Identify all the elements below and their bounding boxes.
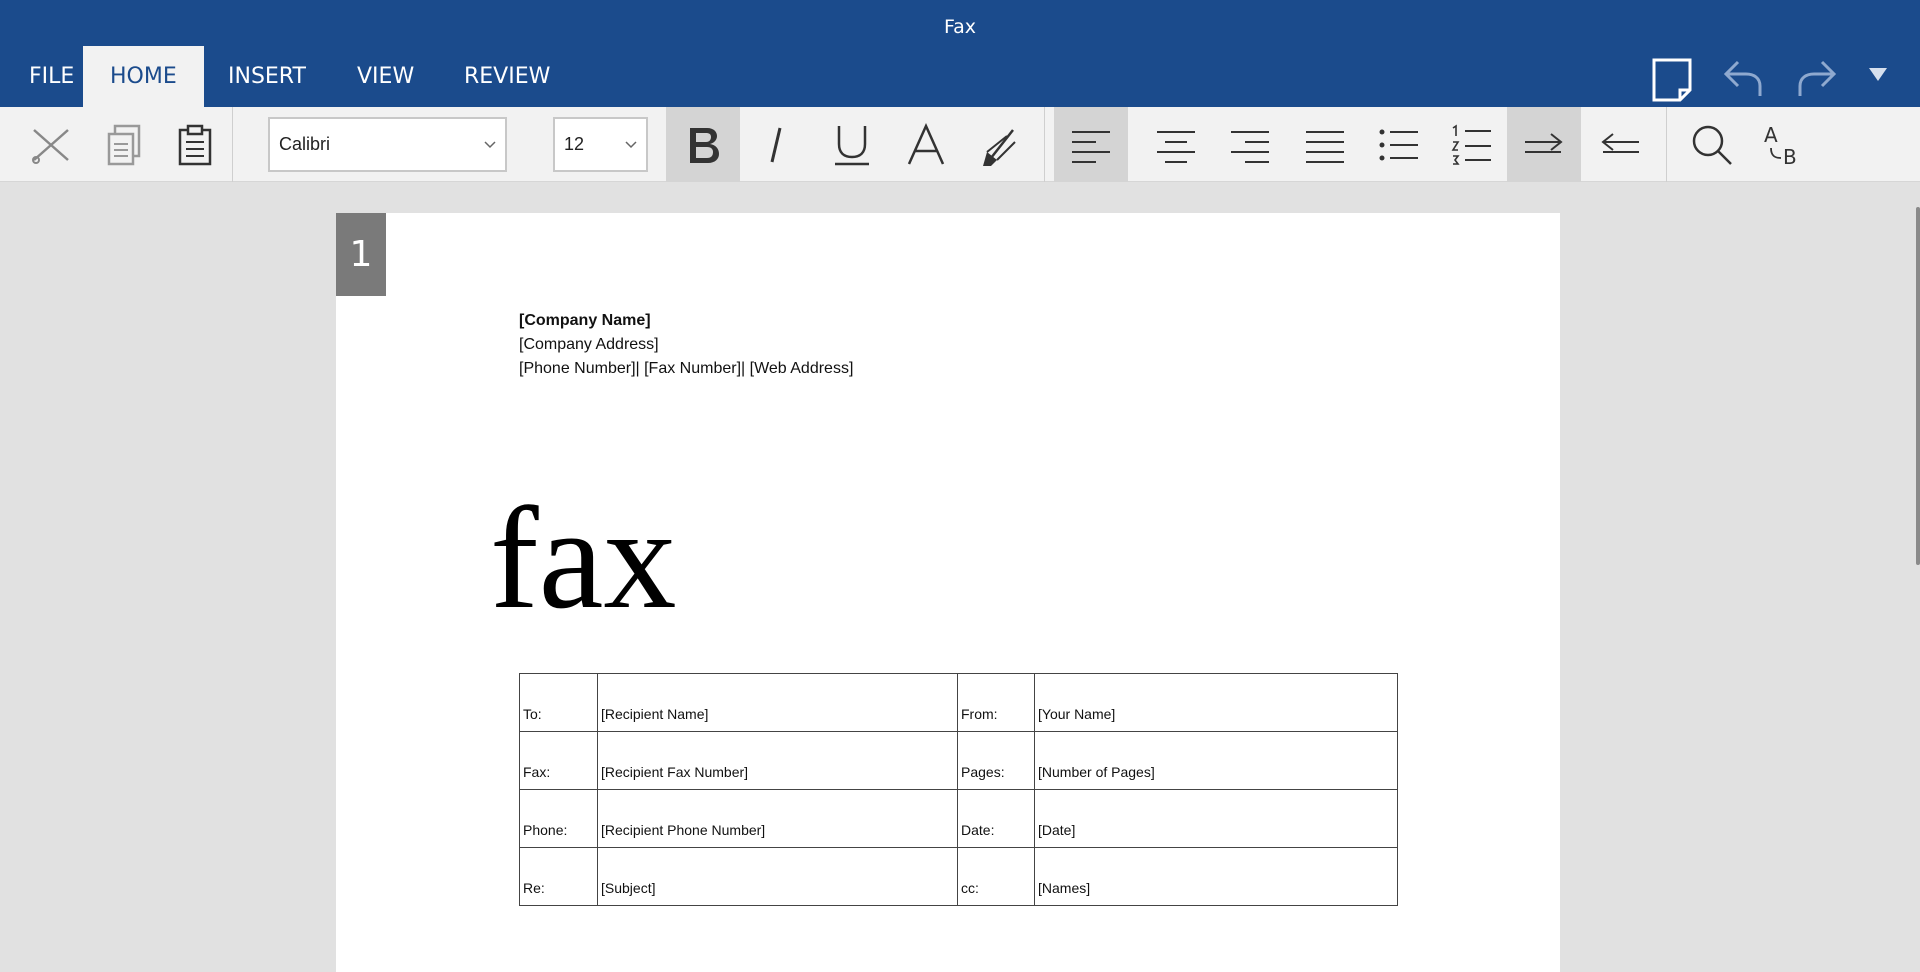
fax-details-table: To: [Recipient Name] From: [Your Name] F… [519,673,1398,906]
customize-menu-icon[interactable] [1866,62,1890,86]
italic-button[interactable] [740,107,814,182]
company-name[interactable]: [Company Name] [519,312,651,330]
underline-button[interactable] [815,107,889,182]
numbered-list-icon [1451,124,1491,165]
bullet-list-icon [1379,129,1418,160]
title-bar: Fax FILE HOME INSERT VIEW REVIEW [0,0,1920,107]
table-cell[interactable]: cc: [957,847,1035,906]
align-right-button[interactable] [1213,107,1287,182]
align-left-button[interactable] [1054,107,1128,182]
search-icon [1692,125,1732,165]
ribbon-divider [232,107,233,182]
tab-insert[interactable]: INSERT [201,46,333,107]
table-cell[interactable]: Pages: [957,731,1035,790]
table-cell[interactable]: Date: [957,789,1035,848]
table-cell[interactable]: [Subject] [597,847,958,906]
table-cell[interactable]: [Recipient Fax Number] [597,731,958,790]
underline-icon [835,125,869,165]
redo-icon[interactable] [1792,56,1840,104]
paste-icon[interactable] [158,107,232,182]
bullet-list-button[interactable] [1362,107,1436,182]
table-cell[interactable]: [Recipient Phone Number] [597,789,958,848]
table-cell[interactable]: [Number of Pages] [1034,731,1398,790]
font-name-value: Calibri [279,134,331,154]
cut-icon[interactable] [14,107,88,182]
italic-icon [770,127,782,162]
table-row: To: [Recipient Name] From: [Your Name] [519,673,1398,732]
copy-icon[interactable] [87,107,161,182]
bold-button[interactable] [666,107,740,182]
align-left-icon [1072,130,1110,163]
table-cell[interactable]: [Date] [1034,789,1398,848]
font-size-dropdown[interactable]: 12 [553,117,648,172]
align-center-icon [1157,130,1195,163]
replace-icon: AB [1764,123,1797,168]
fax-heading[interactable]: fax [490,478,676,638]
table-row: Fax: [Recipient Fax Number] Pages: [Numb… [519,731,1398,790]
window-title: Fax [943,16,977,38]
table-cell[interactable]: Fax: [519,731,598,790]
vertical-scrollbar[interactable] [1916,207,1920,565]
font-color-icon [907,122,945,165]
numbered-list-button[interactable] [1435,107,1509,182]
company-address[interactable]: [Company Address] [519,336,659,354]
table-cell[interactable]: From: [957,673,1035,732]
justify-icon [1306,130,1344,163]
table-cell[interactable]: Re: [519,847,598,906]
svg-text:A: A [1764,123,1778,147]
increase-indent-button[interactable] [1507,107,1581,182]
align-right-icon [1231,130,1269,163]
chevron-down-icon [484,141,496,149]
replace-button[interactable]: AB [1747,107,1821,182]
contact-line[interactable]: [Phone Number]| [Fax Number]| [Web Addre… [519,360,853,378]
indent-arrow-left-icon [1601,132,1639,153]
justify-button[interactable] [1288,107,1362,182]
ribbon-divider [1044,107,1045,182]
tab-review[interactable]: REVIEW [437,46,577,107]
font-name-dropdown[interactable]: Calibri [268,117,507,172]
decrease-indent-button[interactable] [1583,107,1657,182]
table-row: Re: [Subject] cc: [Names] [519,847,1398,906]
bold-icon [690,127,719,163]
table-cell[interactable]: [Recipient Name] [597,673,958,732]
find-button[interactable] [1675,107,1749,182]
font-color-button[interactable] [889,107,963,182]
indent-arrow-right-icon [1525,132,1563,153]
tab-view[interactable]: VIEW [330,46,441,107]
undo-icon[interactable] [1720,56,1768,104]
chevron-down-icon [625,141,637,149]
highlight-button[interactable] [963,107,1037,182]
table-cell[interactable]: [Names] [1034,847,1398,906]
svg-text:B: B [1783,145,1797,168]
font-size-value: 12 [564,134,585,154]
page-number-badge: 1 [336,213,386,296]
tab-home[interactable]: HOME [83,46,204,107]
table-cell[interactable]: Phone: [519,789,598,848]
table-row: Phone: [Recipient Phone Number] Date: [D… [519,789,1398,848]
highlighter-icon [983,128,1016,166]
ribbon-divider [1666,107,1667,182]
new-document-icon[interactable] [1648,56,1696,104]
ribbon-toolbar: Calibri 12 A B [0,107,1920,182]
table-cell[interactable]: [Your Name] [1034,673,1398,732]
table-cell[interactable]: To: [519,673,598,732]
align-center-button[interactable] [1139,107,1213,182]
